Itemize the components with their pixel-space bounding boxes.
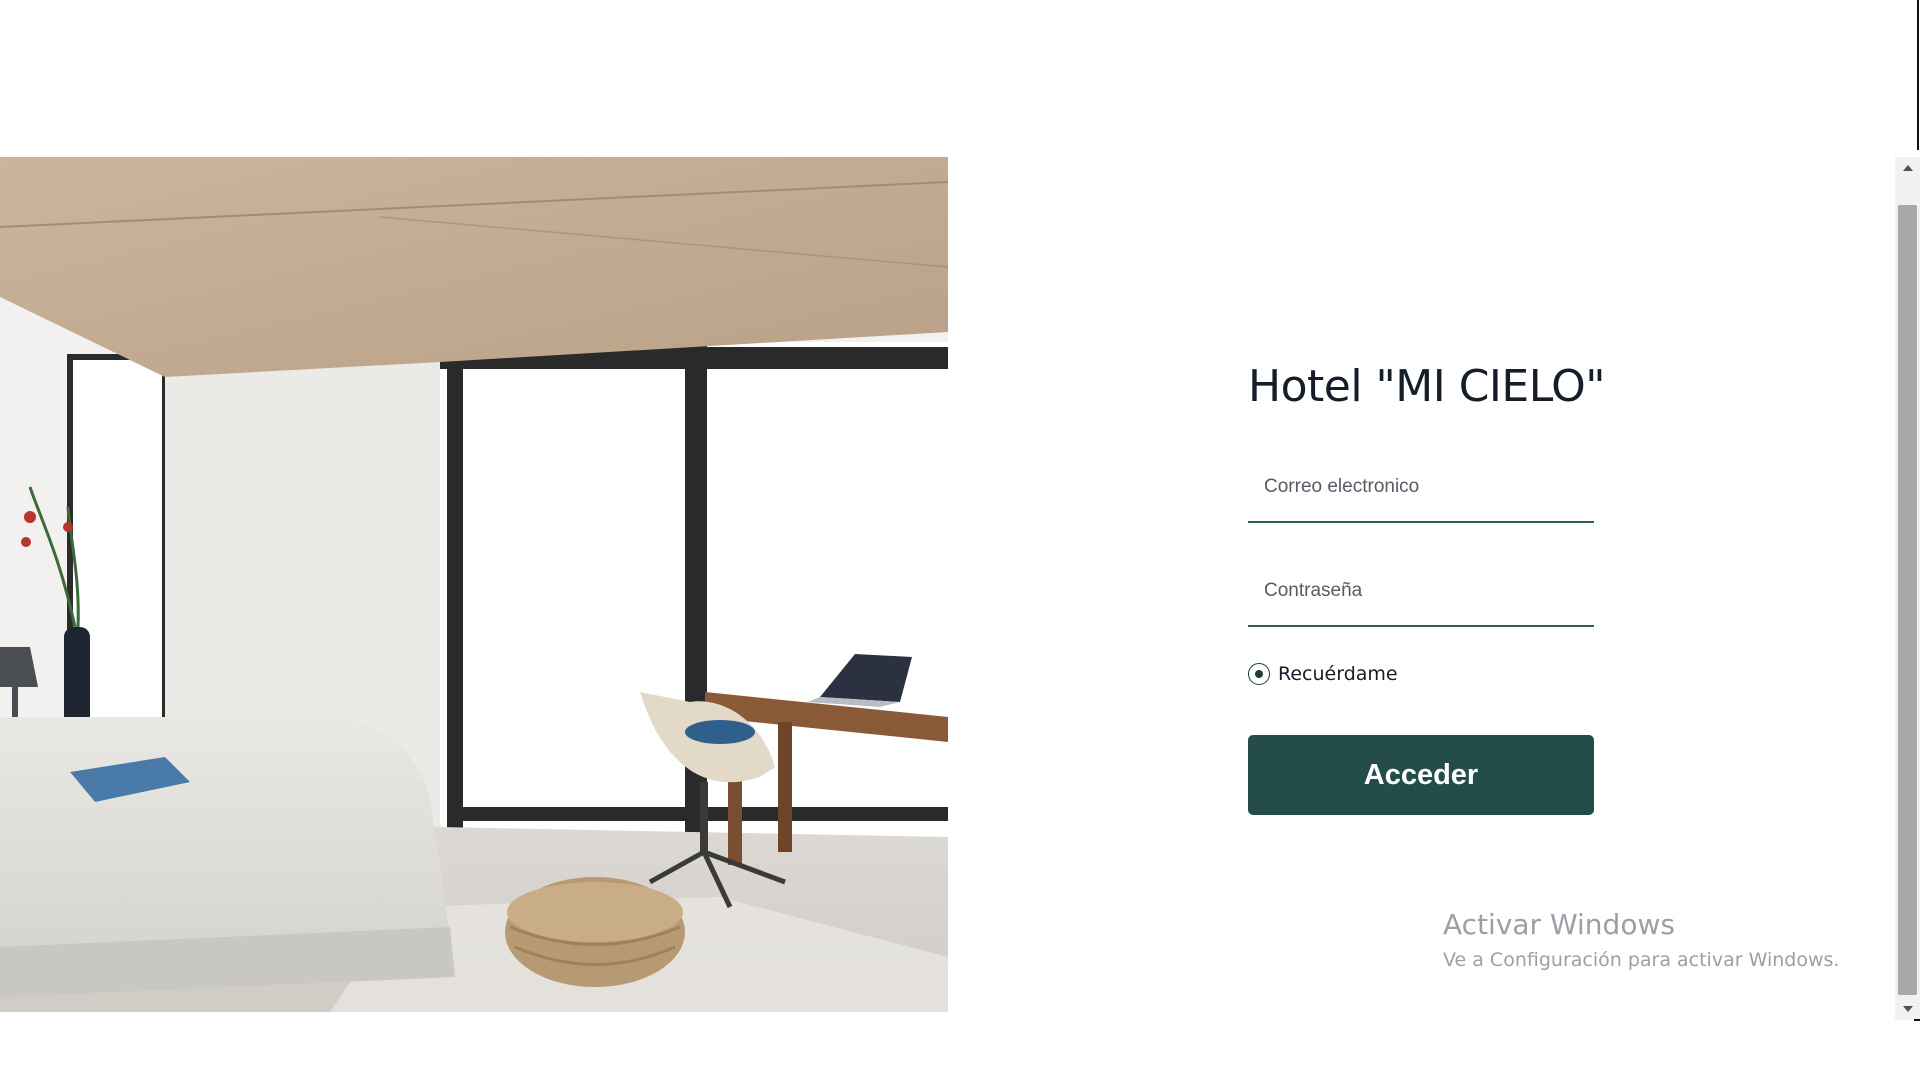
vertical-scrollbar[interactable] <box>1895 157 1920 1020</box>
password-field-wrapper <box>1248 557 1594 627</box>
watermark-subtitle: Ve a Configuración para activar Windows. <box>1443 949 1840 971</box>
scroll-down-button[interactable] <box>1895 998 1920 1020</box>
window-edge-mark <box>1914 1019 1920 1021</box>
login-form: Hotel "MI CIELO" Recuérdame Acceder <box>1248 355 1606 815</box>
hero-room-image <box>0 157 948 1012</box>
windows-activation-watermark: Activar Windows Ve a Configuración para … <box>1443 906 1839 976</box>
triangle-down-icon <box>1902 1006 1913 1012</box>
scroll-up-button[interactable] <box>1895 157 1920 179</box>
radio-dot-icon <box>1255 670 1263 678</box>
remember-me-label[interactable]: Recuérdame <box>1278 663 1398 685</box>
radio-selected-icon[interactable] <box>1248 663 1270 685</box>
email-field-wrapper <box>1248 453 1594 523</box>
login-page: Hotel "MI CIELO" Recuérdame Acceder Acti… <box>0 0 1920 1080</box>
remember-me-option[interactable]: Recuérdame <box>1248 659 1594 689</box>
email-field[interactable] <box>1248 453 1594 521</box>
password-field[interactable] <box>1248 557 1594 625</box>
page-title: Hotel "MI CIELO" <box>1248 361 1606 412</box>
scrollbar-thumb[interactable] <box>1898 205 1917 995</box>
watermark-title: Activar Windows <box>1443 908 1675 941</box>
submit-button[interactable]: Acceder <box>1248 735 1594 815</box>
triangle-up-icon <box>1902 165 1913 171</box>
window-edge-divider <box>1917 0 1919 150</box>
room-illustration <box>0 157 948 1012</box>
